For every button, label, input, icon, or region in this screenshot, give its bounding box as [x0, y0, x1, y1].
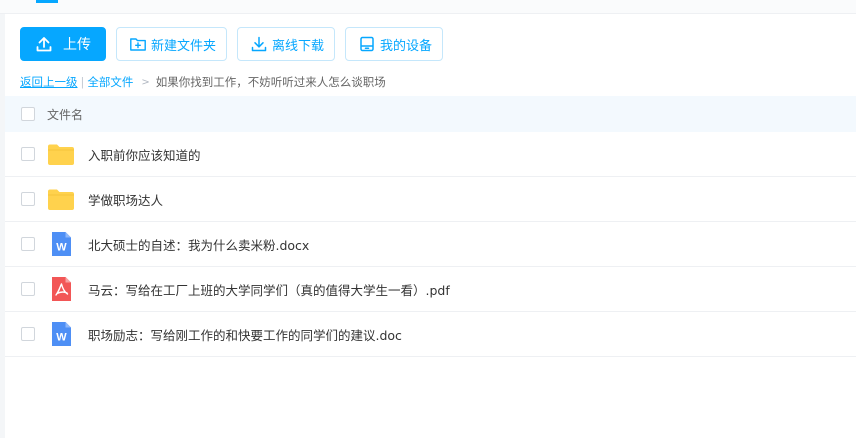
file-list-header: 文件名: [5, 96, 856, 132]
word-doc-icon: W: [47, 230, 75, 258]
offline-download-button[interactable]: 离线下载: [237, 27, 335, 61]
new-folder-button-label: 新建文件夹: [151, 38, 217, 54]
column-header-name[interactable]: 文件名: [47, 106, 83, 123]
top-tab-strip: [0, 0, 856, 14]
file-row-checkbox[interactable]: [21, 237, 35, 251]
folder-plus-icon: [130, 38, 146, 51]
upload-icon: [36, 37, 52, 52]
my-devices-button-label: 我的设备: [380, 38, 433, 54]
file-name[interactable]: 马云：写给在工厂上班的大学同学们（真的值得大学生一看）.pdf: [88, 280, 450, 299]
breadcrumb-separator: |: [80, 75, 85, 89]
file-row-checkbox[interactable]: [21, 147, 35, 161]
pdf-doc-icon: [47, 275, 75, 303]
upload-button[interactable]: 上传: [20, 27, 106, 61]
file-list-body: 入职前你应该知道的 学做职场达人 W 北大硕士的自述：我为什么卖米粉.docx 马云：写…: [5, 132, 856, 357]
file-list: 文件名 入职前你应该知道的 学做职场达人 W 北大硕士的自述：我为什么卖米粉.docx…: [5, 96, 856, 357]
active-tab-indicator: [36, 0, 58, 3]
breadcrumb: 返回上一级 | 全部文件 > 如果你找到工作，不妨听听过来人怎么谈职场: [20, 74, 386, 90]
file-name[interactable]: 学做职场达人: [88, 190, 163, 209]
breadcrumb-back-link[interactable]: 返回上一级: [20, 74, 78, 90]
word-doc-icon: W: [47, 320, 75, 348]
download-icon: [251, 36, 267, 52]
svg-text:W: W: [56, 242, 67, 254]
upload-button-label: 上传: [63, 37, 91, 53]
select-all-checkbox[interactable]: [21, 107, 35, 121]
file-row-checkbox[interactable]: [21, 192, 35, 206]
svg-text:W: W: [56, 332, 67, 344]
folder-icon: [47, 185, 75, 213]
folder-icon: [47, 140, 75, 168]
my-devices-button[interactable]: 我的设备: [345, 27, 443, 61]
file-name[interactable]: 职场励志：写给刚工作的和快要工作的同学们的建议.doc: [88, 325, 402, 344]
file-row[interactable]: W 职场励志：写给刚工作的和快要工作的同学们的建议.doc: [5, 312, 856, 357]
file-name[interactable]: 入职前你应该知道的: [88, 145, 201, 164]
file-row[interactable]: W 北大硕士的自述：我为什么卖米粉.docx: [5, 222, 856, 267]
file-row-checkbox[interactable]: [21, 327, 35, 341]
file-row-checkbox[interactable]: [21, 282, 35, 296]
chevron-right-icon: >: [141, 76, 150, 88]
toolbar: 上传 新建文件夹 离线下载 我的设备: [20, 27, 443, 61]
offline-download-button-label: 离线下载: [272, 38, 325, 54]
breadcrumb-current: 如果你找到工作，不妨听听过来人怎么谈职场: [155, 75, 386, 89]
new-folder-button[interactable]: 新建文件夹: [116, 27, 227, 61]
file-name[interactable]: 北大硕士的自述：我为什么卖米粉.docx: [88, 235, 309, 254]
file-row[interactable]: 入职前你应该知道的: [5, 132, 856, 177]
file-row[interactable]: 马云：写给在工厂上班的大学同学们（真的值得大学生一看）.pdf: [5, 267, 856, 312]
device-icon: [360, 36, 374, 52]
breadcrumb-root-link[interactable]: 全部文件: [87, 74, 133, 90]
file-row[interactable]: 学做职场达人: [5, 177, 856, 222]
